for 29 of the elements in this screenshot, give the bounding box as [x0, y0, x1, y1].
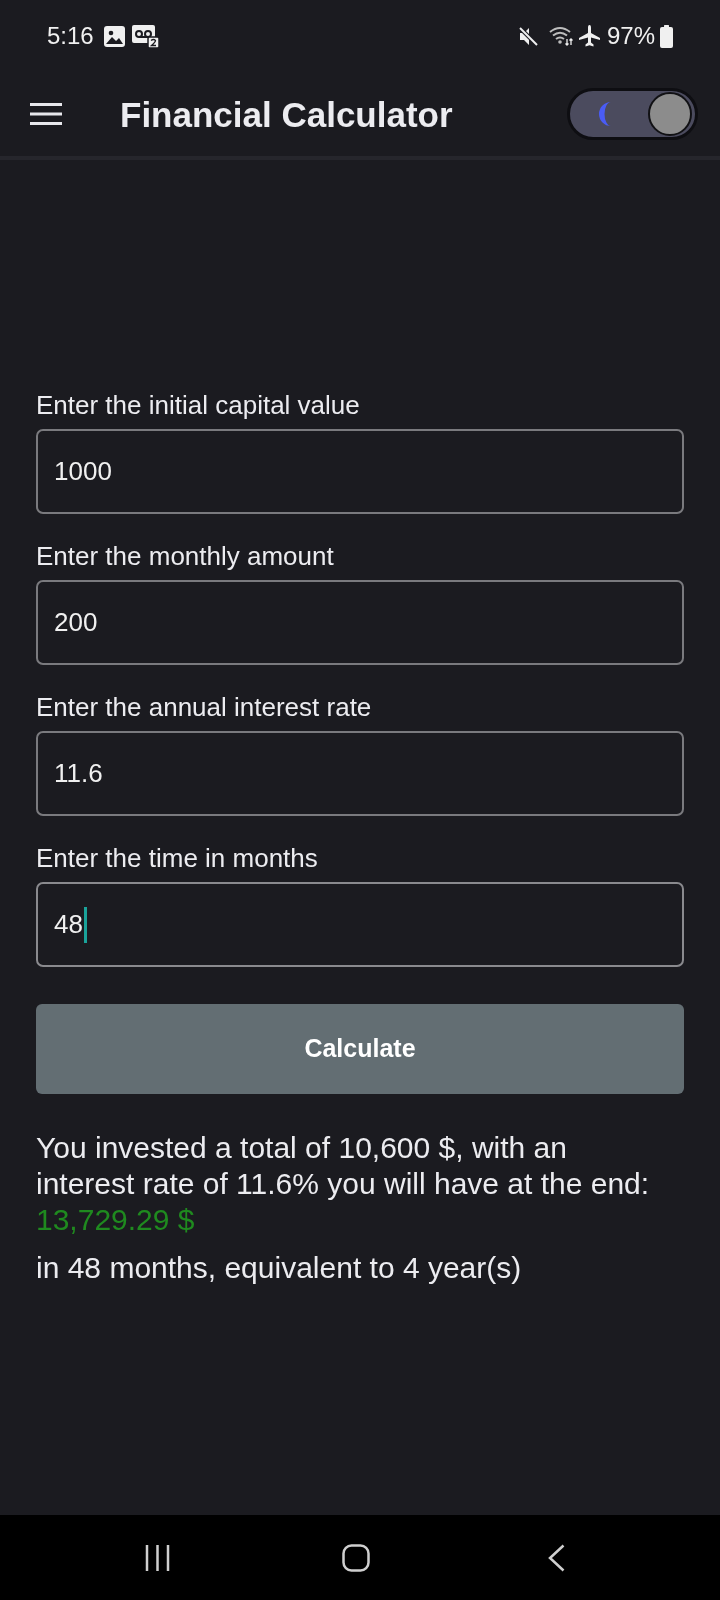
gallery-icon: [103, 25, 125, 47]
result-summary: You invested a total of 10,600 $, with an interest rate of 11.6% you will have at the end:: [36, 1130, 651, 1202]
mute-icon: [517, 25, 539, 47]
dark-mode-toggle[interactable]: [567, 88, 698, 140]
result-amount: 13,729.29 $: [36, 1202, 195, 1238]
menu-icon[interactable]: [30, 103, 62, 125]
back-icon[interactable]: [548, 1543, 565, 1572]
field-label: Enter the annual interest rate: [36, 691, 372, 723]
recents-icon[interactable]: [145, 1543, 170, 1572]
moon-icon: [598, 101, 612, 127]
battery-icon: [660, 24, 673, 48]
wifi-icon: [548, 26, 574, 46]
input-field[interactable]: 200: [36, 580, 684, 665]
app-title: Financial Calculator: [120, 96, 453, 132]
airplane-icon: [578, 25, 600, 47]
field-label: Enter the time in months: [36, 842, 318, 874]
battery-percentage: 97%: [606, 24, 655, 48]
input-field[interactable]: 11.6: [36, 731, 684, 816]
home-icon[interactable]: [342, 1543, 370, 1572]
text-cursor-icon: [83, 906, 87, 943]
result-duration: in 48 months, equivalent to 4 year(s): [36, 1250, 522, 1286]
field-label: Enter the monthly amount: [36, 540, 334, 572]
input-field[interactable]: 48: [36, 882, 684, 967]
toggle-thumb[interactable]: [648, 92, 692, 136]
voicemail-icon: [131, 24, 159, 48]
input-field[interactable]: 1000: [36, 429, 684, 514]
calculate-button[interactable]: Calculate: [36, 1004, 684, 1094]
field-label: Enter the initial capital value: [36, 389, 360, 421]
status-time: 5:16: [47, 24, 94, 48]
